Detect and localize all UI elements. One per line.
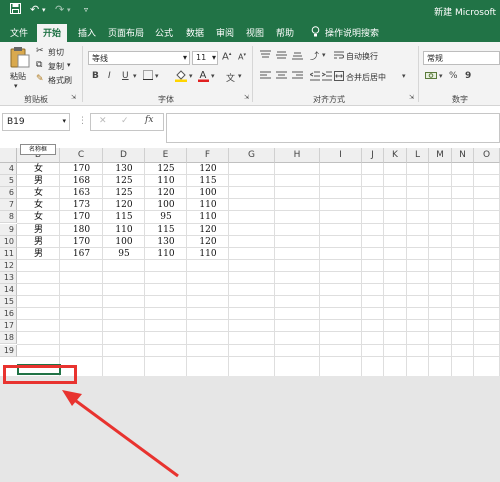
annotation-arrow bbox=[62, 390, 179, 478]
